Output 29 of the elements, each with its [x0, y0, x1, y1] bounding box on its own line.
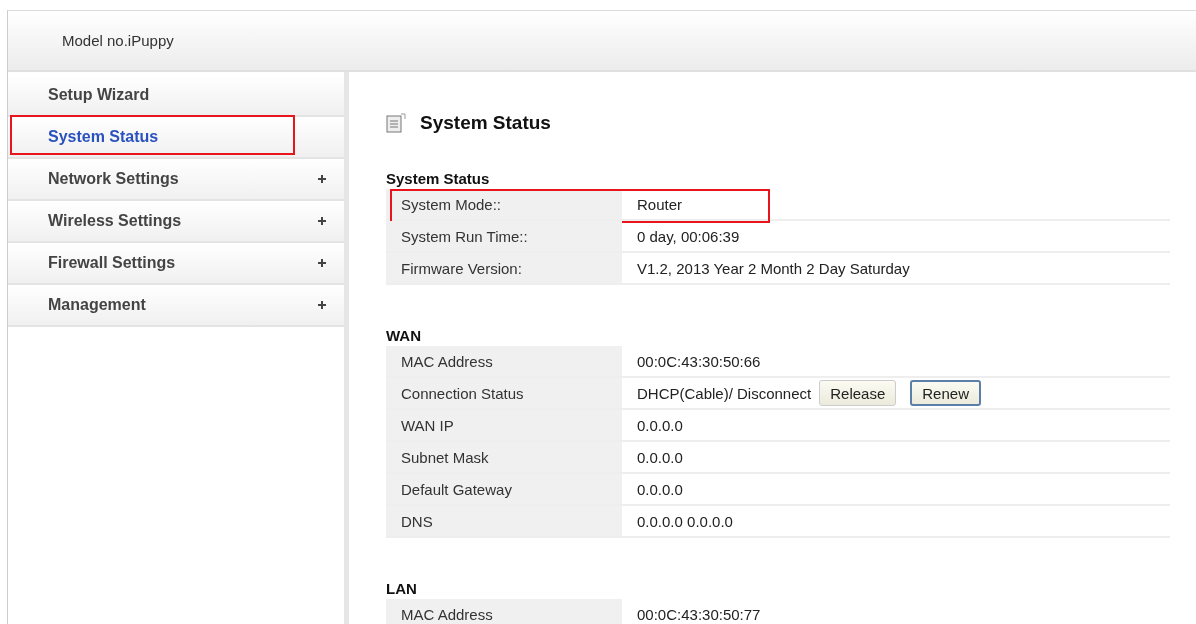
- model-name: Model no.iPuppy: [62, 32, 174, 49]
- field-value: 0.0.0.0 0.0.0.0: [637, 512, 733, 530]
- page-title: System Status: [420, 112, 551, 134]
- field-value: 0 day, 00:06:39: [637, 227, 740, 245]
- field-label: System Run Time::: [386, 221, 622, 251]
- action-button[interactable]: Release: [819, 380, 897, 406]
- document-icon: [386, 113, 406, 133]
- section-title: LAN: [386, 580, 418, 597]
- field-value: 0.0.0.0: [637, 448, 683, 466]
- field-label: System Mode::: [386, 189, 622, 219]
- section-title: WAN: [386, 327, 422, 344]
- field-label: Firmware Version:: [386, 253, 622, 283]
- field-value: V1.2, 2013 Year 2 Month 2 Day Saturday: [637, 259, 910, 277]
- field-label: WAN IP: [386, 410, 622, 440]
- field-value: 0.0.0.0: [637, 480, 683, 498]
- field-label: Subnet Mask: [386, 442, 622, 472]
- field-value: DHCP(Cable)/ Disconnect: [637, 384, 812, 402]
- field-label: Default Gateway: [386, 474, 622, 504]
- field-label: Connection Status: [386, 378, 622, 408]
- field-value: 0.0.0.0: [637, 416, 683, 434]
- field-label: DNS: [386, 506, 622, 536]
- field-label: MAC Address: [386, 346, 622, 376]
- section-title: System Status: [386, 170, 491, 187]
- sidebar-item[interactable]: System Status: [8, 117, 344, 159]
- field-label: MAC Address: [386, 599, 622, 624]
- field-value: 00:0C:43:30:50:77: [637, 605, 761, 623]
- field-value: Router: [637, 195, 683, 213]
- field-value: 00:0C:43:30:50:66: [637, 352, 761, 370]
- action-button[interactable]: Renew: [910, 380, 981, 406]
